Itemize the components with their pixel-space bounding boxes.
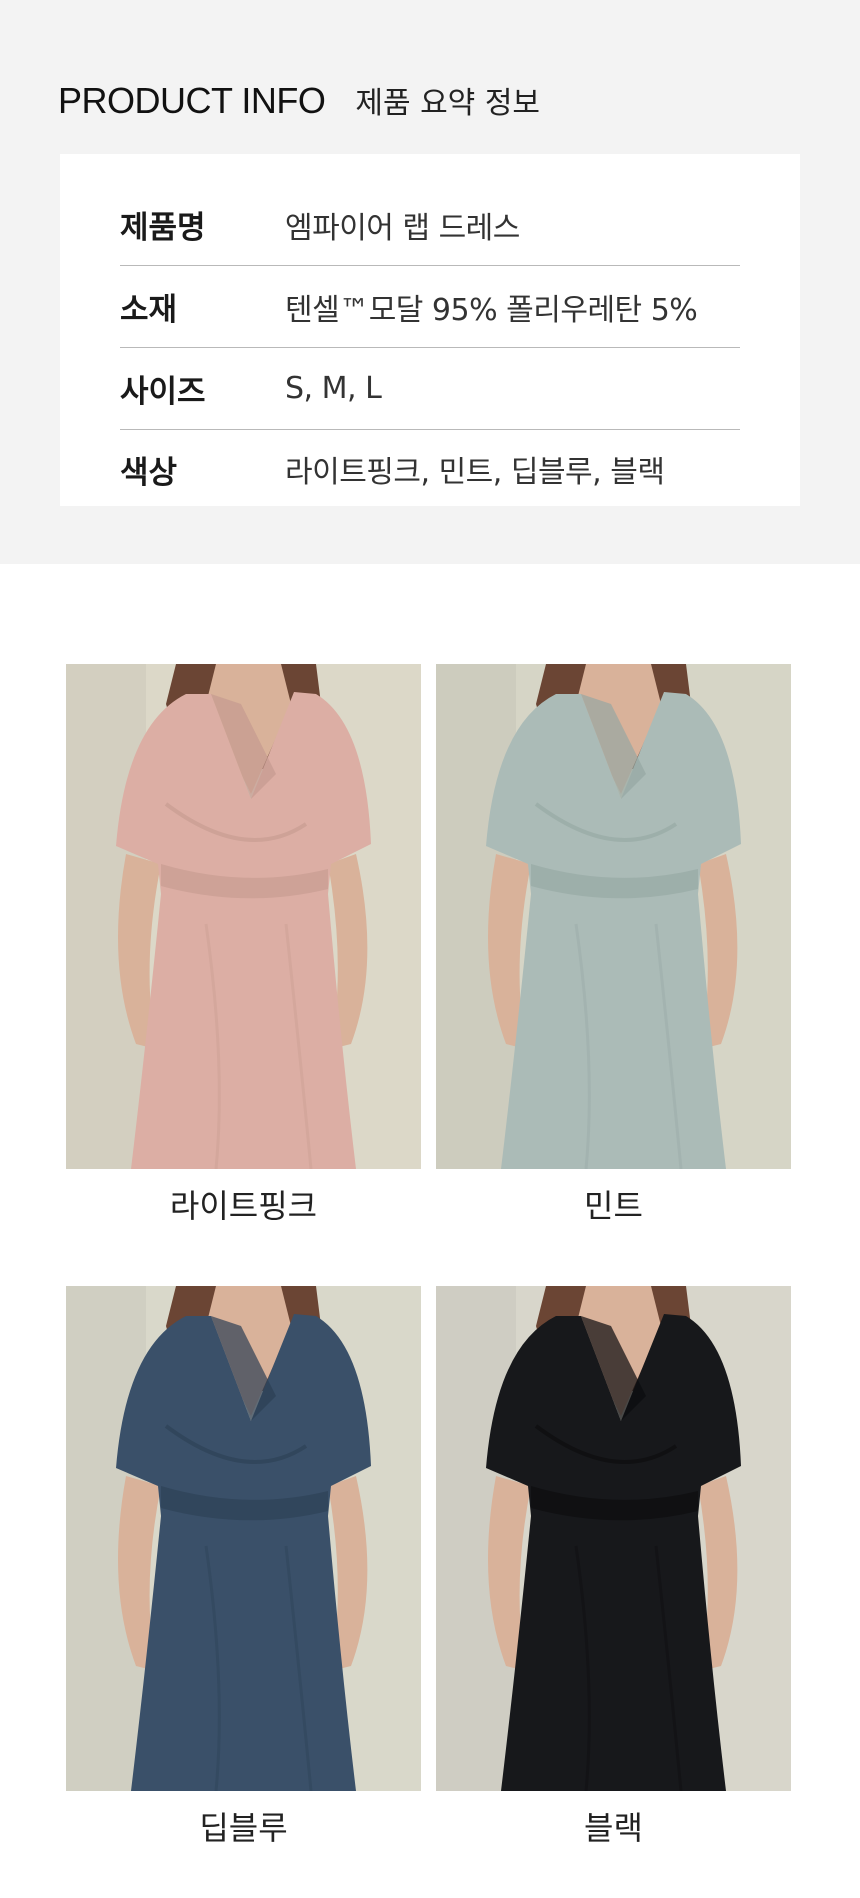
- info-value: 엠파이어 랩 드레스: [285, 210, 520, 246]
- product-info-card: 제품명 엠파이어 랩 드레스 소재 텐셀™모달 95% 폴리우레탄 5% 사이즈…: [60, 154, 800, 506]
- dress-photo-icon: [66, 1286, 421, 1791]
- product-info-section: PRODUCT INFO 제품 요약 정보 제품명 엠파이어 랩 드레스 소재 …: [0, 0, 860, 564]
- dress-photo-icon: [66, 664, 421, 1169]
- product-info-subtitle: 제품 요약 정보: [355, 86, 541, 121]
- color-card-black[interactable]: 블랙: [436, 1286, 791, 1849]
- info-label: 사이즈: [120, 374, 206, 410]
- info-label: 소재: [120, 292, 178, 328]
- info-label: 색상: [120, 454, 178, 491]
- info-value: S, M, L: [285, 371, 382, 406]
- info-value: 라이트핑크, 민트, 딥블루, 블랙: [285, 455, 665, 490]
- color-card-lightpink[interactable]: 라이트핑크: [66, 664, 421, 1227]
- info-row-material: 소재 텐셀™모달 95% 폴리우레탄 5%: [120, 266, 740, 348]
- dress-photo-icon: [436, 1286, 791, 1791]
- color-card-deepblue[interactable]: 딥블루: [66, 1286, 421, 1849]
- info-row-size: 사이즈 S, M, L: [120, 348, 740, 430]
- product-info-title: PRODUCT INFO: [58, 80, 326, 121]
- color-caption: 민트: [584, 1187, 643, 1225]
- product-info-table: 제품명 엠파이어 랩 드레스 소재 텐셀™모달 95% 폴리우레탄 5% 사이즈…: [120, 184, 740, 508]
- color-caption: 블랙: [584, 1809, 643, 1847]
- info-row-color: 색상 라이트핑크, 민트, 딥블루, 블랙: [120, 430, 740, 508]
- info-row-name: 제품명 엠파이어 랩 드레스: [120, 184, 740, 266]
- dress-photo-icon: [436, 664, 791, 1169]
- color-caption: 딥블루: [199, 1809, 288, 1847]
- color-caption: 라이트핑크: [169, 1187, 318, 1225]
- info-label: 제품명: [120, 210, 206, 246]
- product-info-header: PRODUCT INFO 제품 요약 정보: [58, 78, 540, 122]
- info-value: 텐셀™모달 95% 폴리우레탄 5%: [285, 292, 698, 328]
- color-card-mint[interactable]: 민트: [436, 664, 791, 1227]
